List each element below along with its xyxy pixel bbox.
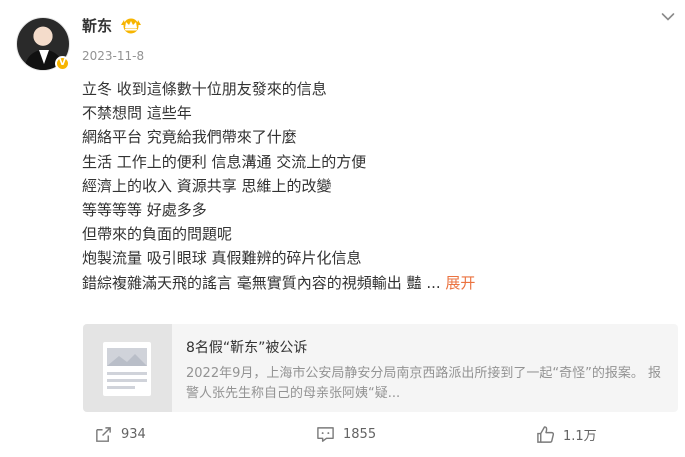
comment-button[interactable]: 1855 (316, 425, 376, 444)
comment-icon (317, 427, 334, 442)
like-button[interactable]: 1.1万 (536, 425, 597, 444)
repost-icon (96, 427, 111, 442)
article-thumbnail (83, 324, 172, 412)
post-line: 網絡平台 究竟給我們帶來了什麼 (82, 128, 297, 147)
article-description: 2022年9月，上海市公安局静安分局南京西路派出所接到了一起“奇怪”的报案。 报… (186, 366, 661, 401)
author-name[interactable]: 靳东 (82, 15, 112, 36)
post-line: 不禁想問 這些年 (82, 104, 192, 123)
comment-count: 1855 (343, 427, 377, 442)
chevron-down-icon[interactable] (661, 12, 675, 22)
article-title: 8名假“靳东”被公诉 (186, 340, 308, 356)
repost-count: 934 (121, 427, 146, 442)
crown-icon (121, 18, 141, 34)
thumbs-up-icon (537, 426, 555, 443)
linked-article-card[interactable]: 8名假“靳东”被公诉 2022年9月，上海市公安局静安分局南京西路派出所接到了一… (83, 324, 678, 412)
ellipsis: ... (426, 273, 441, 292)
post-line: 等等等等 好處多多 (82, 201, 207, 220)
verified-icon: V (55, 56, 70, 71)
post-line: 立冬 收到這條數十位朋友發來的信息 (82, 80, 327, 98)
post-line-last: 錯綜複雜滿天飛的謠言 毫無實質內容的視頻輸出 豔 ... 展开 (82, 271, 672, 295)
post-line-text: 錯綜複雜滿天飛的謠言 毫無實質內容的視頻輸出 豔 (82, 273, 422, 292)
expand-link[interactable]: 展开 (445, 274, 475, 292)
article-body: 8名假“靳东”被公诉 2022年9月，上海市公安局静安分局南京西路派出所接到了一… (172, 324, 664, 412)
post-line: 經濟上的收入 資源共享 思維上的改變 (82, 176, 332, 195)
post-line: 生活 工作上的便利 信息溝通 交流上的方便 (82, 152, 367, 171)
action-bar: 934 1855 1.1万 (0, 425, 685, 449)
post-content: 立冬 收到這條數十位朋友發來的信息 不禁想問 這些年 網絡平台 究竟給我們帶來了… (82, 77, 672, 295)
post-date[interactable]: 2023-11-8 (82, 49, 144, 63)
post-line: 但帶來的負面的問題呢 (82, 225, 233, 244)
like-count: 1.1万 (563, 429, 597, 444)
document-icon (103, 342, 151, 396)
post-line: 炮製流量 吸引眼球 真假難辨的碎片化信息 (82, 249, 362, 268)
repost-button[interactable]: 934 (94, 425, 146, 444)
